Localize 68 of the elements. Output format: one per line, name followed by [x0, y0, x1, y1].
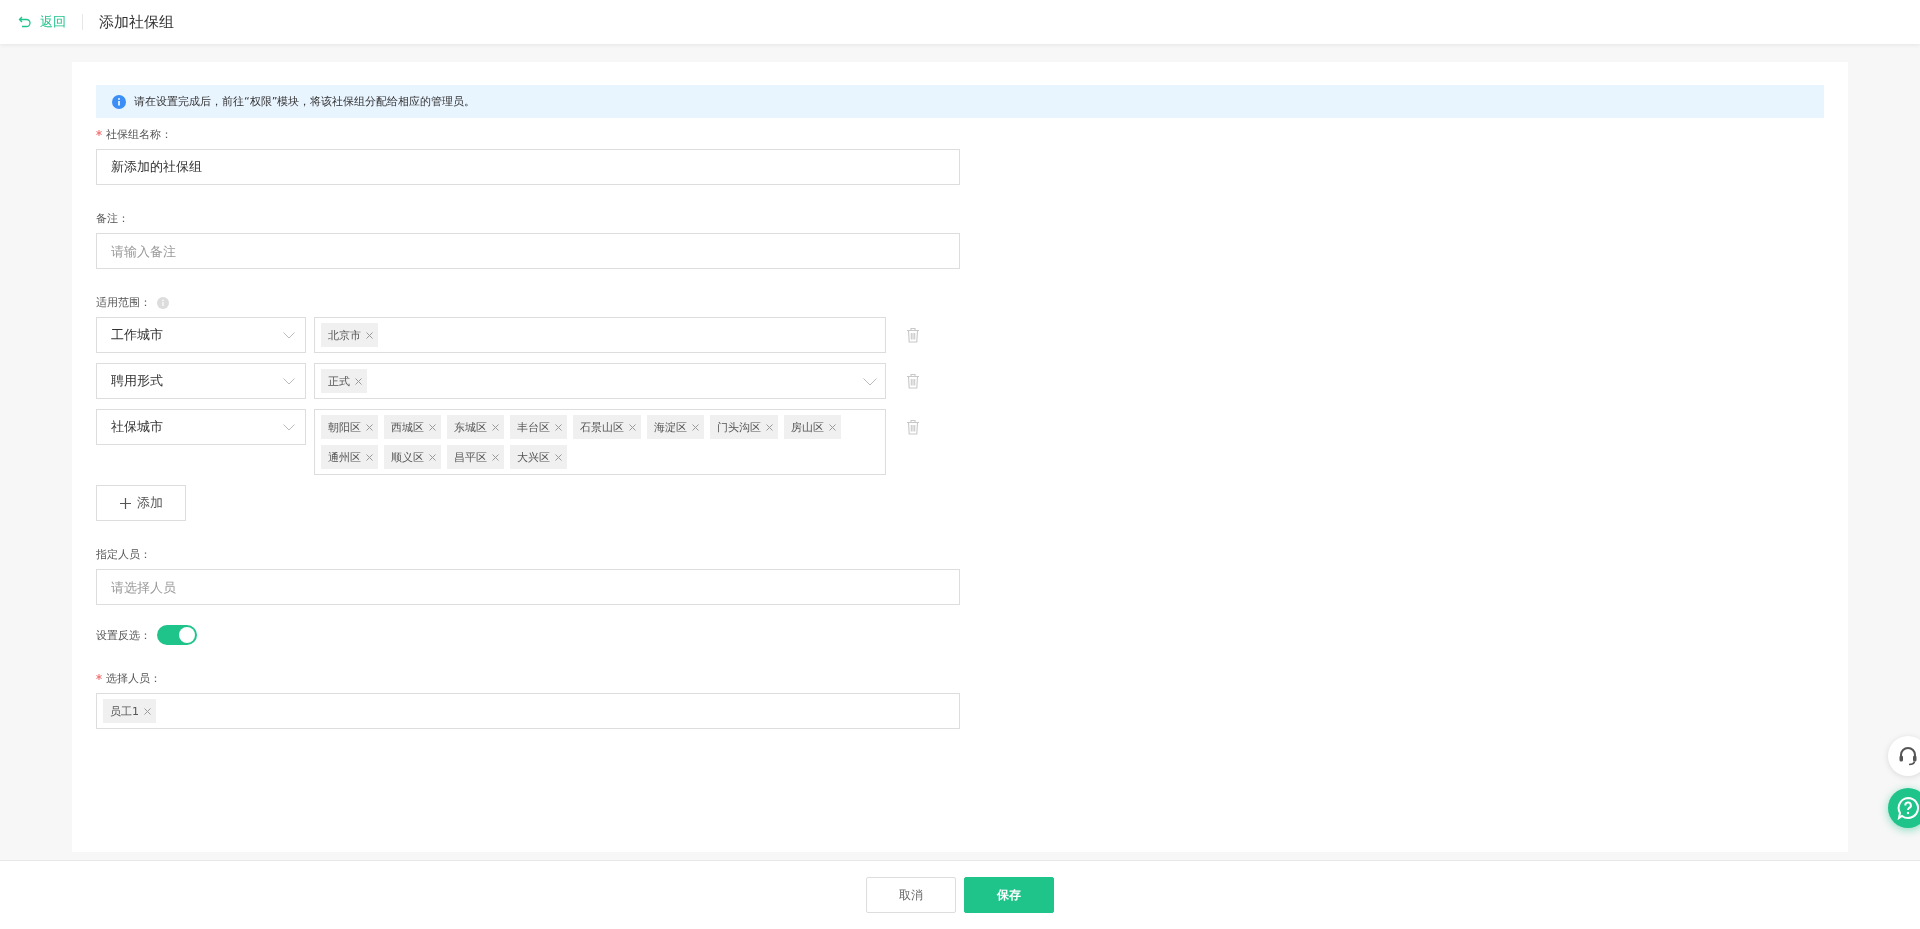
person-select-input[interactable]: 请选择人员	[96, 569, 960, 605]
info-icon	[157, 296, 169, 309]
trash-icon[interactable]	[906, 327, 920, 343]
tag-remove-icon[interactable]	[429, 453, 436, 461]
trash-icon[interactable]	[906, 373, 920, 389]
tag-remove-icon[interactable]	[429, 423, 436, 431]
plus-icon	[119, 497, 131, 509]
chevron-down-icon	[283, 423, 295, 431]
tag-select-field[interactable]: 正式	[314, 363, 886, 399]
notice-text: 请在设置完成后，前往“权限”模块，将该社保组分配给相应的管理员。	[134, 94, 476, 109]
chevron-down-icon	[283, 331, 295, 339]
tag-select-field[interactable]: 朝阳区 西城区 东城区 丰台区 石景山区 海淀区 门头沟区 房山区 通州区 顺义区 昌平区 大兴区	[314, 409, 886, 475]
required-asterisk-icon	[96, 674, 102, 680]
tag: 朝阳区	[321, 415, 378, 439]
chevron-down-icon	[283, 377, 295, 385]
tag: 海淀区	[647, 415, 704, 439]
tag-remove-icon[interactable]	[366, 423, 373, 431]
tag: 正式	[321, 369, 367, 393]
undo-arrow-icon	[18, 15, 32, 29]
condition-select[interactable]: 聘用形式	[96, 363, 306, 399]
tag: 昌平区	[447, 445, 504, 469]
field-label: 设置反选：	[96, 627, 151, 643]
page-title: 添加社保组	[99, 12, 174, 32]
tag-remove-icon[interactable]	[555, 423, 562, 431]
trash-icon[interactable]	[906, 419, 920, 435]
field-label: 备注：	[96, 211, 130, 226]
tag: 顺义区	[384, 445, 441, 469]
invert-toggle[interactable]	[157, 625, 197, 645]
tag-remove-icon[interactable]	[555, 453, 562, 461]
chevron-down-icon	[863, 378, 877, 386]
tag-remove-icon[interactable]	[829, 423, 836, 431]
condition-select[interactable]: 工作城市	[96, 317, 306, 353]
support-button[interactable]	[1888, 736, 1920, 776]
question-bubble-icon	[1896, 796, 1920, 820]
field-label: 社保组名称：	[96, 127, 1824, 142]
tag: 门头沟区	[710, 415, 778, 439]
tag-remove-icon[interactable]	[629, 423, 636, 431]
tag: 丰台区	[510, 415, 567, 439]
field-label: 指定人员：	[96, 547, 152, 562]
tag: 房山区	[784, 415, 841, 439]
help-button[interactable]	[1888, 788, 1920, 828]
tag-remove-icon[interactable]	[692, 423, 699, 431]
tag-remove-icon[interactable]	[366, 453, 373, 461]
add-button[interactable]: 添加	[96, 485, 186, 521]
tag-remove-icon[interactable]	[366, 331, 373, 339]
tag-remove-icon[interactable]	[492, 423, 499, 431]
remark-input[interactable]: 请输入备注	[96, 233, 960, 269]
person-tag-field[interactable]: 员工1	[96, 693, 960, 729]
field-label: 选择人员：	[96, 671, 1824, 686]
tag: 石景山区	[573, 415, 641, 439]
field-label: 适用范围：	[96, 295, 151, 310]
tag-remove-icon[interactable]	[355, 377, 362, 385]
required-asterisk-icon	[96, 130, 102, 136]
tag: 员工1	[103, 699, 156, 723]
tag: 大兴区	[510, 445, 567, 469]
tag: 西城区	[384, 415, 441, 439]
tag: 通州区	[321, 445, 378, 469]
tag: 北京市	[321, 323, 378, 347]
tag-remove-icon[interactable]	[144, 707, 151, 715]
group-name-input[interactable]: 新添加的社保组	[96, 149, 960, 185]
tag: 东城区	[447, 415, 504, 439]
tag-remove-icon[interactable]	[492, 453, 499, 461]
tag-select-field[interactable]: 北京市	[314, 317, 886, 353]
headset-icon	[1897, 745, 1919, 767]
condition-select[interactable]: 社保城市	[96, 409, 306, 445]
info-icon	[112, 94, 126, 109]
tag-remove-icon[interactable]	[766, 423, 773, 431]
cancel-button[interactable]: 取消	[866, 877, 956, 913]
